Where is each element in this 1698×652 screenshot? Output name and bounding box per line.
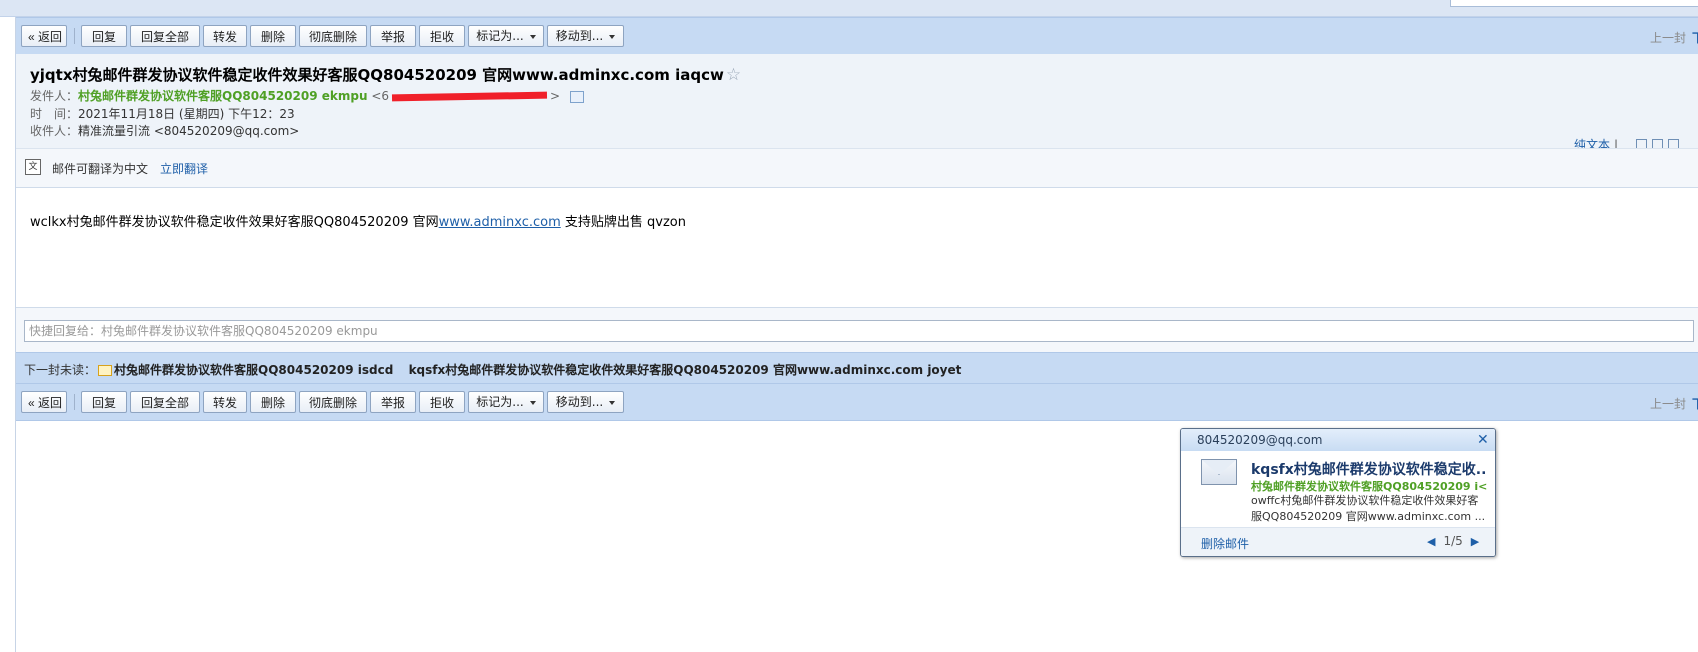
notification-account: 804520209@qq.com	[1197, 433, 1323, 447]
top-toolbar: « 返回 回复 回复全部 转发 删除 彻底删除 举报 拒收 标记为... 移动到…	[16, 17, 1698, 55]
caret-down-icon	[529, 400, 536, 405]
forward-button[interactable]: 转发	[203, 25, 247, 47]
quick-reply-area: 快捷回复给：村兔邮件群发协议软件客服QQ804520209 ekmpu	[16, 307, 1698, 353]
reply-all-button[interactable]: 回复全部	[130, 25, 200, 47]
time-label: 时 间：	[30, 107, 79, 121]
next-unread-line: 下一封未读： 村兔邮件群发协议软件客服QQ804520209 isdcd kqsf…	[24, 361, 961, 378]
sender-line: 发件人：村兔邮件群发协议软件客服QQ804520209 ekmpu <6 >	[30, 87, 585, 104]
mark-as-dropdown[interactable]: 标记为...	[468, 25, 544, 47]
delete-permanently-button[interactable]: 彻底删除	[299, 25, 367, 47]
move-to-dropdown[interactable]: 移动到...	[547, 25, 624, 47]
mark-as-dropdown[interactable]: 标记为...	[468, 391, 544, 413]
recipient-line: 收件人：精准流量引流 <804520209@qq.com>	[30, 122, 299, 139]
browser-top-strip	[0, 0, 1698, 17]
back-button[interactable]: « 返回	[21, 25, 67, 47]
mark-as-label: 标记为...	[476, 395, 524, 409]
reply-button[interactable]: 回复	[81, 25, 127, 47]
report-button[interactable]: 举报	[370, 25, 416, 47]
email-header: yjqtx村兔邮件群发协议软件稳定收件效果好客服QQ804520209 官网ww…	[16, 54, 1698, 152]
email-subject-text: yjqtx村兔邮件群发协议软件稳定收件效果好客服QQ804520209 官网ww…	[30, 66, 724, 84]
prev-arrow-icon[interactable]: ◀	[1427, 535, 1435, 548]
next-email-link[interactable]: 下	[1692, 29, 1698, 46]
email-subject: yjqtx村兔邮件群发协议软件稳定收件效果好客服QQ804520209 官网ww…	[30, 64, 741, 85]
pager-text: 1/5	[1443, 534, 1463, 548]
time-line: 时 间：2021年11月18日 (星期四) 下午12：23	[30, 105, 295, 122]
toolbar-divider	[74, 28, 75, 44]
caret-down-icon	[609, 34, 616, 39]
move-to-label: 移动到...	[555, 29, 604, 43]
reply-button[interactable]: 回复	[81, 391, 127, 413]
next-email-link[interactable]: 下	[1692, 395, 1698, 412]
move-to-label: 移动到...	[555, 395, 604, 409]
next-arrow-icon[interactable]: ▶	[1471, 535, 1479, 548]
body-text-post: 支持贴牌出售 qvzon	[560, 215, 686, 230]
notification-body[interactable]: kqsfx村兔邮件群发协议软件稳定收... 村兔邮件群发协议软件客服QQ8045…	[1181, 451, 1495, 527]
prev-email-link[interactable]: 上一封	[1650, 395, 1686, 412]
move-to-dropdown[interactable]: 移动到...	[547, 391, 624, 413]
caret-down-icon	[529, 34, 536, 39]
sender-address-start: <6	[371, 89, 390, 103]
caret-down-icon	[609, 400, 616, 405]
prev-email-link[interactable]: 上一封	[1650, 29, 1686, 46]
notification-header: 804520209@qq.com ✕	[1181, 429, 1495, 451]
next-unread-sender[interactable]: 村兔邮件群发协议软件客服QQ804520209 isdcd	[114, 363, 393, 377]
star-icon[interactable]: ☆	[726, 65, 741, 85]
body-link[interactable]: www.adminxc.com	[439, 215, 561, 230]
contact-card-icon[interactable]	[570, 90, 585, 103]
notification-sender: 村兔邮件群发协议软件客服QQ804520209 i<...	[1251, 480, 1487, 493]
to-value: 精准流量引流 <804520209@qq.com>	[78, 124, 300, 138]
delete-button[interactable]: 删除	[250, 25, 296, 47]
body-text-pre: wclkx村兔邮件群发协议软件稳定收件效果好客服QQ804520209 官网	[30, 215, 439, 230]
translate-text: 邮件可翻译为中文	[52, 162, 149, 176]
report-button[interactable]: 举报	[370, 391, 416, 413]
window-fragment	[1450, 0, 1698, 7]
reply-all-button[interactable]: 回复全部	[130, 391, 200, 413]
redaction-mark	[391, 91, 548, 102]
next-unread-bar: 下一封未读： 村兔邮件群发协议软件客服QQ804520209 isdcd kqsf…	[16, 352, 1698, 383]
notification-snippet: owffc村兔邮件群发协议软件稳定收件效果好客服QQ804520209 官网ww…	[1251, 494, 1486, 523]
toolbar-divider	[74, 394, 75, 410]
next-unread-subject[interactable]: kqsfx村兔邮件群发协议软件稳定收件效果好客服QQ804520209 官网ww…	[409, 363, 962, 377]
envelope-icon	[1201, 459, 1237, 485]
delete-permanently-button[interactable]: 彻底删除	[299, 391, 367, 413]
delete-button[interactable]: 删除	[250, 391, 296, 413]
reject-button[interactable]: 拒收	[419, 391, 465, 413]
sender-name[interactable]: 村兔邮件群发协议软件客服QQ804520209 ekmpu	[78, 89, 367, 103]
to-label: 收件人：	[30, 124, 79, 138]
new-mail-notification: 804520209@qq.com ✕ kqsfx村兔邮件群发协议软件稳定收...…	[1180, 428, 1496, 557]
time-value: 2021年11月18日 (星期四) 下午12：23	[78, 107, 295, 121]
quick-reply-input[interactable]: 快捷回复给：村兔邮件群发协议软件客服QQ804520209 ekmpu	[24, 320, 1694, 342]
sender-address-end: >	[550, 89, 561, 103]
close-icon[interactable]: ✕	[1477, 432, 1489, 448]
translate-now-link[interactable]: 立即翻译	[160, 160, 208, 177]
back-button[interactable]: « 返回	[21, 391, 67, 413]
envelope-icon	[98, 365, 113, 376]
from-label: 发件人：	[30, 89, 79, 103]
reject-button[interactable]: 拒收	[419, 25, 465, 47]
translate-bar: 文 邮件可翻译为中文 立即翻译	[16, 148, 1698, 188]
next-unread-label: 下一封未读：	[24, 363, 97, 377]
translate-icon: 文	[25, 159, 41, 175]
notification-footer: 删除邮件 ◀ 1/5 ▶	[1181, 527, 1495, 556]
delete-mail-link[interactable]: 删除邮件	[1201, 535, 1249, 552]
mark-as-label: 标记为...	[476, 29, 524, 43]
email-body: wclkx村兔邮件群发协议软件稳定收件效果好客服QQ804520209 官网ww…	[30, 211, 686, 230]
notification-pager: ◀ 1/5 ▶	[1419, 534, 1487, 548]
forward-button[interactable]: 转发	[203, 391, 247, 413]
bottom-toolbar: « 返回 回复 回复全部 转发 删除 彻底删除 举报 拒收 标记为... 移动到…	[16, 383, 1698, 421]
notification-subject[interactable]: kqsfx村兔邮件群发协议软件稳定收...	[1251, 459, 1487, 479]
